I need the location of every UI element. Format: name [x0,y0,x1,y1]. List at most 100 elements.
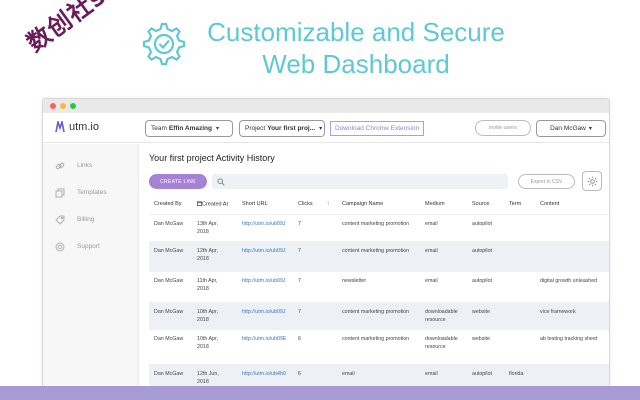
cell-created-by: Dan McGaw [154,248,184,254]
table-row[interactable]: Dan McGaw 13th Apr, 2018 http://utm.io/ub09… [149,214,609,241]
close-window-button[interactable] [50,103,56,109]
column-source[interactable]: Source [472,201,489,207]
column-medium[interactable]: Medium [425,201,445,207]
cell-clicks: 7 [298,221,301,227]
lifebuoy-icon [55,242,65,252]
cell-medium: downloadable resource [425,335,458,351]
cell-created-at: 11th Apr, 2018 [197,277,218,293]
cell-short-url[interactable]: http://utm.io/ub09J [242,308,286,316]
column-campaign-name[interactable]: Campaign Name [342,201,383,207]
table-row[interactable]: Dan McGaw 10th Apr, 2018 http://utm.io/ub09… [149,302,609,329]
cell-line: 10th Apr, [197,309,218,315]
export-csv-button[interactable]: Export to CSV [518,174,575,189]
chevron-down-icon: ▾ [588,126,592,132]
cell-campaign: content marketing promotion [342,336,410,342]
sidebar-item-templates[interactable]: Templates [43,179,138,206]
team-select-value: Effin Amazing [168,125,212,132]
cell-clicks: 7 [298,309,301,315]
cell-short-url[interactable]: http://utm.io/ub09J [242,247,286,255]
chevron-down-icon: ▾ [216,126,220,132]
cell-content: ab testing tracking sheet [540,336,598,342]
cell-line: 2018 [197,344,209,350]
cell-line: email [425,371,438,377]
sidebar-item-links[interactable]: Links [43,152,138,179]
window-titlebar [43,99,609,113]
sidebar-item-billing[interactable]: Billing [43,206,138,233]
sort-arrow-up-icon[interactable]: ↑ [326,199,330,208]
cell-short-url[interactable]: http://utm.io/ub09J [242,277,286,285]
settings-button[interactable] [582,171,602,191]
cell-clicks: 6 [298,371,301,377]
column-created-by[interactable]: Created By [154,201,182,207]
cell-created-by: Dan McGaw [154,309,184,315]
cell-short-url[interactable]: http://utm.io/ub09J [242,220,286,228]
project-select-label: Project [245,125,266,132]
column-short-url[interactable]: Short URL [242,201,268,207]
cell-line: 10th Apr, [197,336,218,342]
cell-medium: email [425,247,438,255]
cell-line: 2018 [197,317,209,323]
hero-title-line1: Customizable and Secure [207,17,505,47]
table-row[interactable]: Dan McGaw 12th Apr, 2018 http://utm.io/ub09… [149,241,609,271]
cell-line: email [425,221,438,227]
sidebar-item-label: Billing [77,216,95,223]
maximize-window-button[interactable] [70,103,76,109]
cell-line: downloadable [425,336,458,342]
cell-clicks: 7 [298,248,301,254]
cell-line: 12th Apr, [197,248,218,254]
column-content[interactable]: Content [540,201,559,207]
column-created-at[interactable]: Created At [197,201,228,208]
sidebar-item-support[interactable]: Support [43,233,138,260]
minimize-window-button[interactable] [60,103,66,109]
chevron-down-icon: ▾ [319,126,323,132]
table-row[interactable]: Dan McGaw 11th Apr, 2018 http://utm.io/ub09… [149,271,609,302]
cell-created-at: 12th Jun, 2018 [197,370,219,386]
cell-line: 13th Apr, [197,221,218,227]
cell-short-url[interactable]: http://utm.io/ub4b0 [242,370,286,378]
tag-icon [55,215,65,225]
cell-campaign: content marketing promotion [342,221,410,227]
project-select[interactable]: Project Your first proj... ▾ [239,120,325,137]
cell-source: autopilot [472,278,493,284]
screenshot: Customizable and Secure Web Dashboard 数创… [0,0,640,400]
browser-window: utm.io Team Effin Amazing ▾ Project Your… [42,98,610,400]
cell-medium: email [425,220,438,228]
link-icon [55,161,65,171]
table-row[interactable]: Dan McGaw 10th Apr, 2018 http://utm.io/ub09… [149,329,609,364]
cell-clicks: 7 [298,278,301,284]
table-row[interactable]: Dan McGaw 12th Jun, 2018 http://utm.io/ub4b… [149,364,609,388]
cell-source: website [472,309,490,315]
cell-line: 2018 [197,379,209,385]
cell-medium: email [425,370,438,378]
cell-created-by: Dan McGaw [154,336,184,342]
cell-line: 11th Apr, [197,278,218,284]
team-select-label: Team [151,125,167,132]
invite-users-button[interactable]: invite users [475,120,531,136]
gear-check-icon [142,22,186,66]
cell-medium: downloadable resource [425,308,458,324]
cell-term: florida [509,371,524,377]
user-menu[interactable]: Dan McGaw ▾ [536,120,606,137]
team-select[interactable]: Team Effin Amazing ▾ [145,120,233,137]
cell-clicks: 6 [298,336,301,342]
app-logo[interactable]: utm.io [55,121,99,133]
sidebar: Links Templates Billing Support [43,144,139,399]
cell-content: vice framework [540,309,576,315]
table-body: Dan McGaw 13th Apr, 2018 http://utm.io/ub09… [149,214,609,388]
main-content: Your first project Activity History CREA… [140,144,609,399]
table-header: Created By Created At Short URL Clicks ↑… [149,198,609,212]
column-clicks[interactable]: Clicks [298,201,313,207]
cell-campaign: content marketing promotion [342,248,410,254]
column-term[interactable]: Term [509,201,521,207]
create-link-button[interactable]: CREATE LINK [149,174,207,189]
cell-line: email [425,248,438,254]
cell-short-url[interactable]: http://utm.io/ub09E [242,335,286,343]
cell-campaign: newsletter [342,278,367,284]
utm-logo-icon [55,121,65,133]
download-extension-button[interactable]: Download Chrome Extension [330,121,425,136]
search-input[interactable] [212,174,508,189]
project-select-value: Your first proj... [267,125,316,132]
cell-created-at: 10th Apr, 2018 [197,308,218,324]
sidebar-item-label: Support [77,243,100,250]
cell-line: 12th Jun, [197,371,219,377]
